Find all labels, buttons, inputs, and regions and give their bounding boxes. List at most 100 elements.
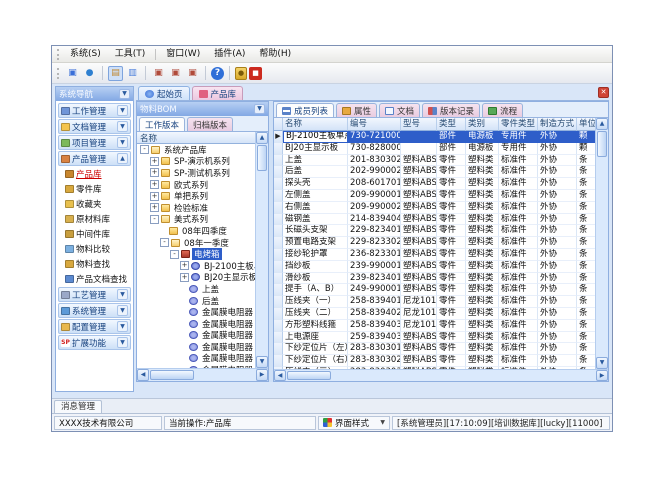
table-cell[interactable]: 塑料类 [466,249,499,261]
globe-icon[interactable]: ● [82,66,97,81]
table-cell[interactable]: 标准件 [499,355,538,367]
table-cell[interactable]: 201-830302-00X [348,155,401,167]
group-expand-button[interactable]: ▼ [117,321,128,332]
sidebar-item[interactable]: 原材料库 [56,211,133,226]
table-cell[interactable]: 专用件 [499,143,538,155]
table-cell[interactable]: 塑料ABS [401,155,437,167]
table-cell[interactable]: 零件 [437,343,466,355]
scroll-track[interactable] [195,369,256,381]
table-row[interactable]: 下纱定位片（左）283-830301-00X塑料ABS零件塑料类标准件外协条 [274,343,595,355]
table-cell[interactable]: 滑纱板 [283,273,348,285]
grid-vertical-scrollbar[interactable]: ▲ ▼ [595,118,608,369]
scroll-right-icon[interactable]: ▶ [596,370,608,381]
table-cell[interactable]: 下纱定位片（左） [283,343,348,355]
help-icon[interactable]: ? [211,67,224,80]
table-cell[interactable]: 塑料ABS [401,237,437,249]
table-cell[interactable]: 零件 [437,178,466,190]
tree-node[interactable]: +SP-测试机系列 [137,167,255,179]
tree-node[interactable]: 金属膜电阻器 [137,330,255,342]
table-cell[interactable]: 塑料ABS [401,249,437,261]
table-cell[interactable]: 标准件 [499,261,538,273]
table-cell[interactable]: 专用件 [499,131,538,143]
table-cell[interactable]: 零件 [437,284,466,296]
table-cell[interactable]: 零件 [437,261,466,273]
table-cell[interactable]: 尼龙1010 [401,296,437,308]
table-cell[interactable]: 标准件 [499,343,538,355]
sidebar-group-sp[interactable]: SP扩展功能▼ [58,335,131,350]
table-row[interactable]: 提手（A、B）249-990001-01X塑料ABS零件塑料类标准件外协条 [274,284,595,296]
tree-node[interactable]: +检验标准 [137,202,255,214]
group-expand-button[interactable]: ▼ [117,105,128,116]
table-cell[interactable]: 方形塑料线箍 [283,320,348,332]
table-cell[interactable]: 塑料类 [466,261,499,273]
table-cell[interactable]: 条 [577,178,595,190]
tree-node[interactable]: 08年四季度 [137,225,255,237]
tree-node[interactable]: -美式系列 [137,214,255,226]
column-header[interactable]: 类型 [437,118,466,131]
table-cell[interactable]: 条 [577,261,595,273]
table-cell[interactable]: 730-721000-12X [348,131,401,143]
tab-work-version[interactable]: 工作版本 [139,117,185,131]
table-row[interactable]: 右侧盖209-990002-01X塑料ABS零件塑料类标准件外协条 [274,202,595,214]
table-cell[interactable]: 258-839402-00X [348,308,401,320]
table-cell[interactable]: 塑料ABS [401,190,437,202]
group-expand-button[interactable]: ▲ [117,153,128,164]
group-expand-button[interactable]: ▼ [117,121,128,132]
tree-node[interactable]: 金属膜电阻器 [137,318,255,330]
table-cell[interactable]: 后盖 [283,166,348,178]
column-header[interactable]: 型号 [401,118,437,131]
table-cell[interactable]: 零件 [437,332,466,344]
tree-expander[interactable]: - [160,238,169,247]
table-cell[interactable]: 外协 [538,343,577,355]
workspace-icon[interactable]: ▣ [65,66,80,81]
table-cell[interactable]: 条 [577,343,595,355]
table-cell[interactable]: 左侧盖 [283,190,348,202]
menu-item[interactable]: 窗口(W) [159,46,207,62]
table-cell[interactable]: 塑料类 [466,225,499,237]
table-cell[interactable]: 接纱轮护罩 [283,249,348,261]
tree-horizontal-scrollbar[interactable]: ◀ ▶ [137,368,268,381]
table-row[interactable]: 长磁头支架229-823401-00X塑料ABS零件塑料类标准件外协条 [274,225,595,237]
table-cell[interactable]: 209-990002-01X [348,202,401,214]
table-cell[interactable]: 239-823401-00X [348,273,401,285]
table-cell[interactable]: 外协 [538,202,577,214]
table-cell[interactable]: 塑料ABS [401,273,437,285]
table-cell[interactable]: 尼龙1010 [401,308,437,320]
table-cell[interactable]: 239-990001-01X [348,261,401,273]
table-cell[interactable]: 258-839401-00X [348,296,401,308]
close-all-icon[interactable]: ▣ [185,66,200,81]
column-header[interactable]: 零件类型 [499,118,538,131]
table-cell[interactable]: 外协 [538,143,577,155]
sidebar-item[interactable]: 零件库 [56,181,133,196]
table-row[interactable]: 磁钢盖214-839404-01X塑料ABS零件塑料类标准件外协条 [274,214,595,226]
table-cell[interactable]: 塑料类 [466,202,499,214]
group-expand-button[interactable]: ▼ [117,305,128,316]
table-row[interactable]: 滑纱板239-823401-00X塑料ABS零件塑料类标准件外协条 [274,273,595,285]
tree-node[interactable]: 后盖 [137,295,255,307]
table-cell[interactable]: 229-823401-00X [348,225,401,237]
table-row[interactable]: 探头壳208-601701-01X塑料ABS零件塑料类标准件外协条 [274,178,595,190]
lock-icon[interactable]: ● [235,67,247,80]
sidebar-item[interactable]: 物料查找 [56,256,133,271]
column-header[interactable]: 单位 [577,118,597,131]
tree-expander[interactable]: - [150,215,159,224]
table-cell[interactable]: 标准件 [499,166,538,178]
tree-expander[interactable]: + [150,203,159,212]
tab-members[interactable]: 成员列表 [276,103,334,117]
sidebar-item[interactable]: 中间件库 [56,226,133,241]
table-cell[interactable]: 208-601701-01X [348,178,401,190]
table-cell[interactable]: 外协 [538,237,577,249]
ui-style-selector[interactable]: 界面样式 ▼ [318,416,390,430]
table-cell[interactable]: 塑料类 [466,178,499,190]
tree-node[interactable]: 上盖 [137,283,255,295]
table-cell[interactable]: 零件 [437,320,466,332]
table-cell[interactable]: 塑料类 [466,237,499,249]
table-cell[interactable]: 塑料ABS [401,225,437,237]
table-cell[interactable]: 236-823301-00X [348,249,401,261]
table-cell[interactable]: 下纱定位片（右） [283,355,348,367]
sidebar-group-docs[interactable]: 文档管理▼ [58,119,131,134]
table-row[interactable]: 后盖202-990002-01X塑料ABS零件塑料类标准件外协条 [274,166,595,178]
table-cell[interactable]: 尼龙1010 [401,320,437,332]
table-cell[interactable]: 外协 [538,214,577,226]
sidebar-group-product[interactable]: 产品管理▲ [58,151,131,166]
